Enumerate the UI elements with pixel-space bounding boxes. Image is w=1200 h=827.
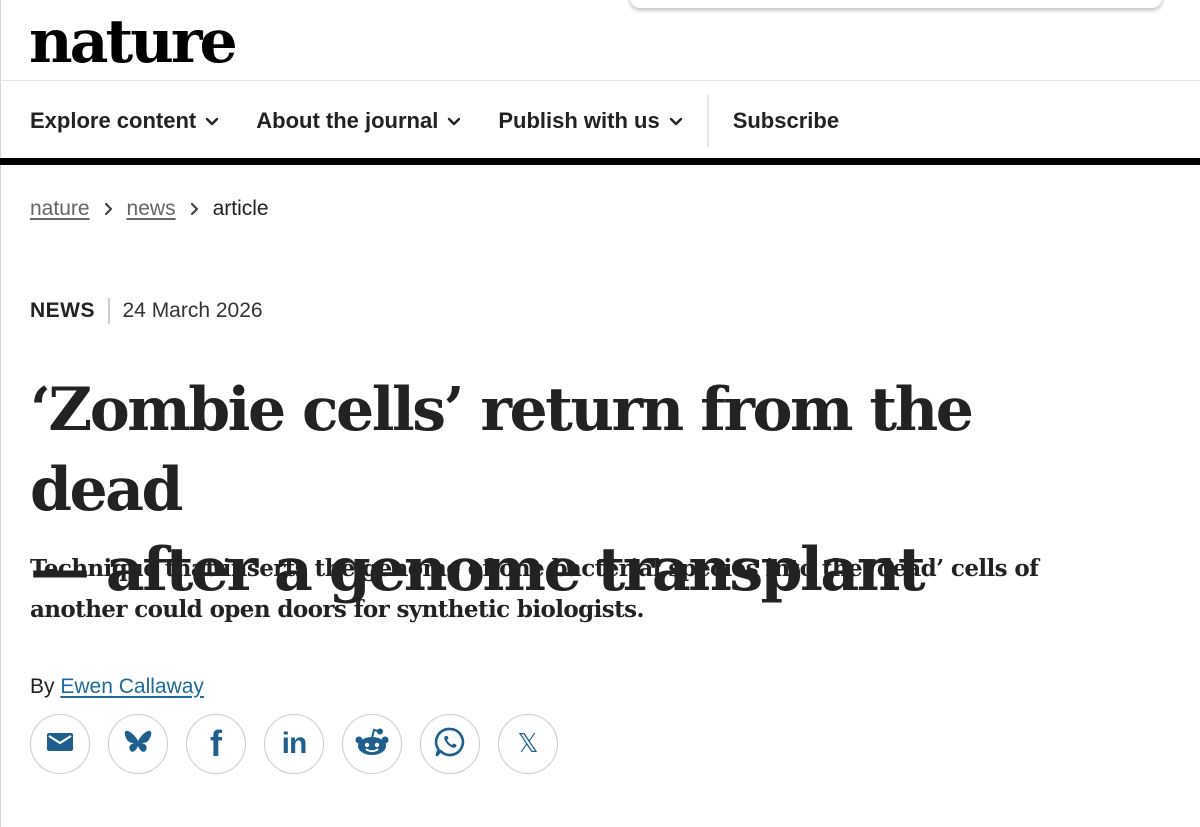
share-email-button[interactable] [30, 714, 90, 774]
share-whatsapp-button[interactable] [420, 714, 480, 774]
chevron-down-icon [669, 117, 683, 127]
nav-subscribe[interactable]: Subscribe [733, 100, 839, 142]
browser-popup-edge [630, 0, 1162, 8]
reddit-icon [355, 728, 389, 761]
linkedin-icon: in [281, 727, 308, 760]
share-facebook-button[interactable]: f [186, 714, 246, 774]
chevron-down-icon [205, 117, 219, 127]
chevron-right-icon [190, 202, 199, 216]
article-date: 24 March 2026 [122, 299, 263, 322]
breadcrumb: nature news article [30, 194, 269, 224]
breadcrumb-nature[interactable]: nature [30, 197, 90, 221]
share-bluesky-button[interactable] [108, 714, 168, 774]
main-nav: Explore content About the journal Publis… [30, 95, 839, 147]
byline-prefix: By [30, 675, 55, 698]
email-icon [46, 732, 74, 757]
title-line-1: ‘Zombie cells’ return from the dead [30, 375, 974, 525]
window-edge [0, 0, 1, 827]
nav-bottom-rule [0, 158, 1200, 165]
article-standfirst: Technique that inserts the genome of one… [30, 555, 1039, 623]
share-buttons: f in 𝕏 [30, 714, 558, 774]
nav-explore-content[interactable]: Explore content [30, 100, 219, 142]
share-linkedin-button[interactable]: in [264, 714, 324, 774]
whatsapp-icon [434, 726, 466, 763]
nav-publish-with-us[interactable]: Publish with us [498, 100, 682, 142]
share-reddit-button[interactable] [342, 714, 402, 774]
chevron-down-icon [447, 117, 461, 127]
nav-label: Publish with us [498, 108, 660, 133]
meta-divider [108, 298, 110, 324]
author-link[interactable]: Ewen Callaway [60, 675, 204, 698]
facebook-icon: f [210, 723, 222, 764]
article-type: NEWS [30, 299, 95, 322]
breadcrumb-news[interactable]: news [127, 197, 176, 221]
bluesky-icon [124, 729, 152, 760]
header-divider [0, 80, 1200, 81]
article-meta: NEWS 24 March 2026 [30, 296, 263, 326]
nav-separator [706, 95, 709, 147]
nav-about-journal[interactable]: About the journal [256, 100, 461, 142]
nav-label: About the journal [256, 108, 439, 133]
share-x-button[interactable]: 𝕏 [498, 714, 558, 774]
nature-logo[interactable]: nature [29, 6, 238, 78]
chevron-right-icon [104, 202, 113, 216]
breadcrumb-article: article [212, 197, 269, 220]
nav-label: Explore content [30, 108, 197, 133]
x-icon: 𝕏 [517, 729, 539, 759]
byline: By Ewen Callaway [30, 675, 204, 699]
